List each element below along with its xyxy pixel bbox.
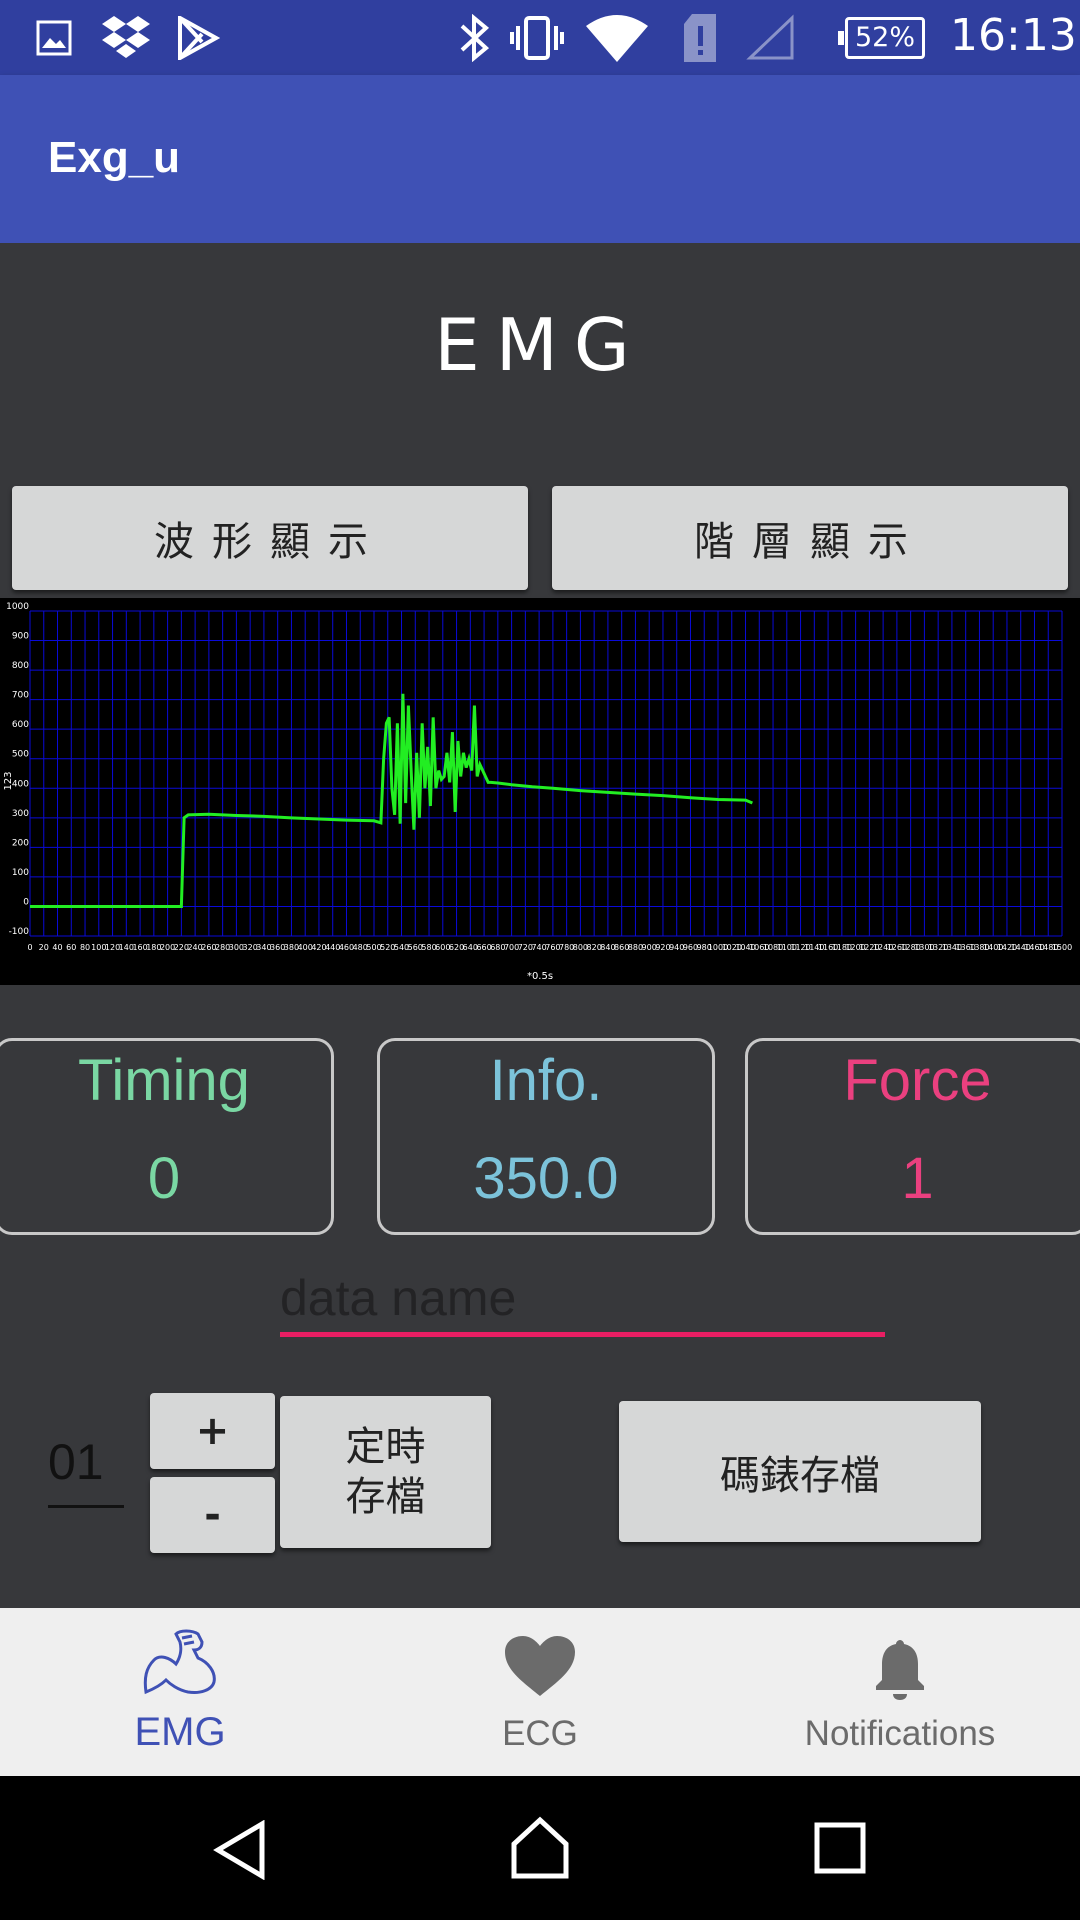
x-tick-label: 60 bbox=[66, 943, 76, 952]
nav-item-notifications[interactable]: Notifications bbox=[720, 1608, 1080, 1776]
nav-label-ecg: ECG bbox=[502, 1714, 578, 1753]
sim-alert-icon bbox=[684, 14, 716, 62]
y-tick-label: 0 bbox=[23, 897, 29, 907]
y-tick-label: 100 bbox=[12, 868, 29, 878]
y-tick-label: 800 bbox=[12, 661, 29, 671]
play-store-icon bbox=[178, 16, 220, 60]
info-card: Info. 350.0 bbox=[377, 1038, 715, 1235]
y-axis-label: 123 bbox=[3, 771, 14, 790]
decrement-button[interactable]: - bbox=[150, 1477, 275, 1553]
bluetooth-icon bbox=[460, 14, 490, 62]
y-tick-label: 200 bbox=[12, 838, 29, 848]
force-card: Force 1 bbox=[745, 1038, 1080, 1235]
timing-value: 0 bbox=[147, 1146, 181, 1211]
home-icon[interactable] bbox=[508, 1816, 572, 1880]
timed-save-button[interactable]: 定時 存檔 bbox=[280, 1396, 491, 1548]
force-value: 1 bbox=[901, 1146, 934, 1211]
emg-chart-svg: 0 20 40 60 80 1001201401601802002202402602803… bbox=[3, 602, 1072, 982]
increment-button[interactable]: + bbox=[150, 1393, 275, 1469]
bottom-navigation: EMG ECG Notifications bbox=[0, 1608, 1080, 1776]
timing-label: Timing bbox=[78, 1048, 250, 1113]
app-bar: Exg_u bbox=[0, 75, 1080, 243]
waveform-display-button[interactable]: 波形顯示 bbox=[12, 486, 528, 590]
y-tick-label: 300 bbox=[12, 809, 29, 819]
vibrate-icon bbox=[510, 16, 564, 60]
back-icon[interactable] bbox=[212, 1820, 268, 1880]
x-tick-label: 40 bbox=[52, 943, 62, 952]
x-tick-label: 1500 bbox=[1052, 943, 1072, 952]
y-tick-label: 700 bbox=[12, 691, 29, 701]
x-tick-label: 20 bbox=[39, 943, 49, 952]
image-icon bbox=[36, 20, 72, 56]
page-title: EMG bbox=[434, 303, 646, 387]
nav-label-notifications: Notifications bbox=[804, 1714, 996, 1753]
level-display-button[interactable]: 階層顯示 bbox=[552, 486, 1068, 590]
emg-series-line bbox=[30, 693, 753, 908]
emg-chart: 0 20 40 60 80 100 120 140 160 180 200 220 240 260 280 3… bbox=[0, 598, 1080, 985]
y-tick-label: 900 bbox=[12, 632, 29, 642]
y-tick-label: 600 bbox=[12, 720, 29, 730]
bell-icon bbox=[876, 1640, 924, 1700]
signal-icon bbox=[746, 14, 794, 60]
y-tick-label: 400 bbox=[12, 779, 29, 789]
data-name-input[interactable] bbox=[280, 1263, 885, 1337]
clock: 16:13 bbox=[950, 10, 1077, 61]
chart-grid bbox=[29, 610, 1063, 937]
info-label: Info. bbox=[489, 1048, 603, 1113]
arm-muscle-icon bbox=[143, 1629, 216, 1695]
nav-label-emg: EMG bbox=[134, 1710, 226, 1754]
app-title: Exg_u bbox=[48, 133, 181, 182]
status-bar: 52% 16:13 bbox=[0, 0, 1080, 75]
wifi-icon bbox=[586, 15, 648, 62]
timed-save-label-line2: 存檔 bbox=[345, 1474, 426, 1520]
battery-icon: 52% bbox=[838, 17, 925, 59]
timing-card: Timing 0 bbox=[0, 1038, 334, 1235]
y-tick-label: -100 bbox=[9, 927, 30, 937]
stopwatch-save-button[interactable]: 碼錶存檔 bbox=[619, 1401, 981, 1542]
dropbox-icon bbox=[102, 16, 150, 58]
nav-item-ecg[interactable]: ECG bbox=[360, 1608, 720, 1776]
x-tick-label: 80 bbox=[80, 943, 90, 952]
system-navigation-bar bbox=[0, 1776, 1080, 1920]
y-tick-label: 1000 bbox=[6, 602, 29, 612]
x-tick-label: 0 bbox=[27, 943, 32, 952]
timed-save-label-line1: 定時 bbox=[345, 1424, 426, 1470]
main-content: EMG 波形顯示 階層顯示 0 20 40 60 80 100 120 140 160 180 20… bbox=[0, 243, 1080, 1608]
force-label: Force bbox=[843, 1048, 992, 1113]
heart-icon bbox=[505, 1636, 575, 1696]
x-axis-label: *0.5s bbox=[527, 971, 553, 982]
y-tick-label: 500 bbox=[12, 750, 29, 760]
nav-item-emg[interactable]: EMG bbox=[0, 1608, 360, 1776]
recents-icon[interactable] bbox=[814, 1822, 866, 1874]
info-value: 350.0 bbox=[473, 1146, 619, 1211]
counter-field[interactable]: 01 bbox=[48, 1433, 124, 1508]
